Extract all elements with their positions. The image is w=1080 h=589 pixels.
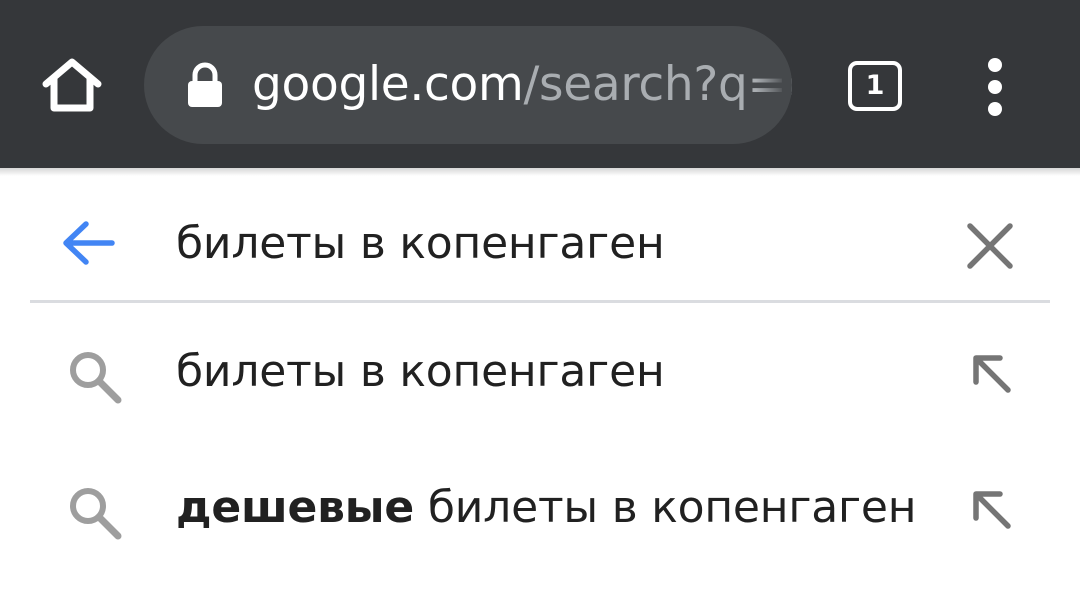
back-button[interactable] <box>58 216 118 270</box>
search-row <box>0 176 1080 300</box>
url-domain: google.com <box>252 57 524 112</box>
arrow-back-icon <box>63 221 115 265</box>
more-vert-icon[interactable] <box>972 56 1018 118</box>
arrow-up-left-icon <box>973 355 1011 393</box>
browser-toolbar: google.com/search?q=g 1 <box>0 0 1080 168</box>
address-bar[interactable]: google.com/search?q=g <box>144 26 792 144</box>
lock-icon <box>188 62 222 107</box>
clear-button[interactable] <box>962 218 1018 274</box>
arrow-up-left-icon <box>973 491 1011 529</box>
url-text: google.com/search?q=g <box>252 54 792 116</box>
suggestion-item[interactable]: дешевые билеты в копенгаген <box>0 446 1080 570</box>
fill-query-button[interactable] <box>966 484 1016 534</box>
suggestion-text: билеты в копенгаген <box>176 340 665 404</box>
url-path: /search?q=g <box>523 57 792 112</box>
suggestion-text: дешевые билеты в копенгаген <box>176 476 917 540</box>
fill-query-button[interactable] <box>966 348 1016 398</box>
search-input[interactable] <box>176 208 916 278</box>
suggestion-item[interactable]: билеты в копенгаген <box>0 310 1080 434</box>
tab-count: 1 <box>865 70 885 101</box>
suggestion-bold-text: дешевые <box>176 482 415 533</box>
home-button[interactable] <box>40 54 104 118</box>
toolbar-shadow <box>0 168 1080 176</box>
home-icon <box>42 58 102 112</box>
suggestion-label: билеты в копенгаген <box>176 346 665 397</box>
search-icon <box>70 352 122 404</box>
close-icon <box>967 223 1013 269</box>
search-icon <box>70 488 122 540</box>
divider <box>30 300 1050 303</box>
tab-switcher-button[interactable]: 1 <box>848 61 902 111</box>
url-fade <box>756 26 792 144</box>
suggestion-label: билеты в копенгаген <box>414 482 917 533</box>
